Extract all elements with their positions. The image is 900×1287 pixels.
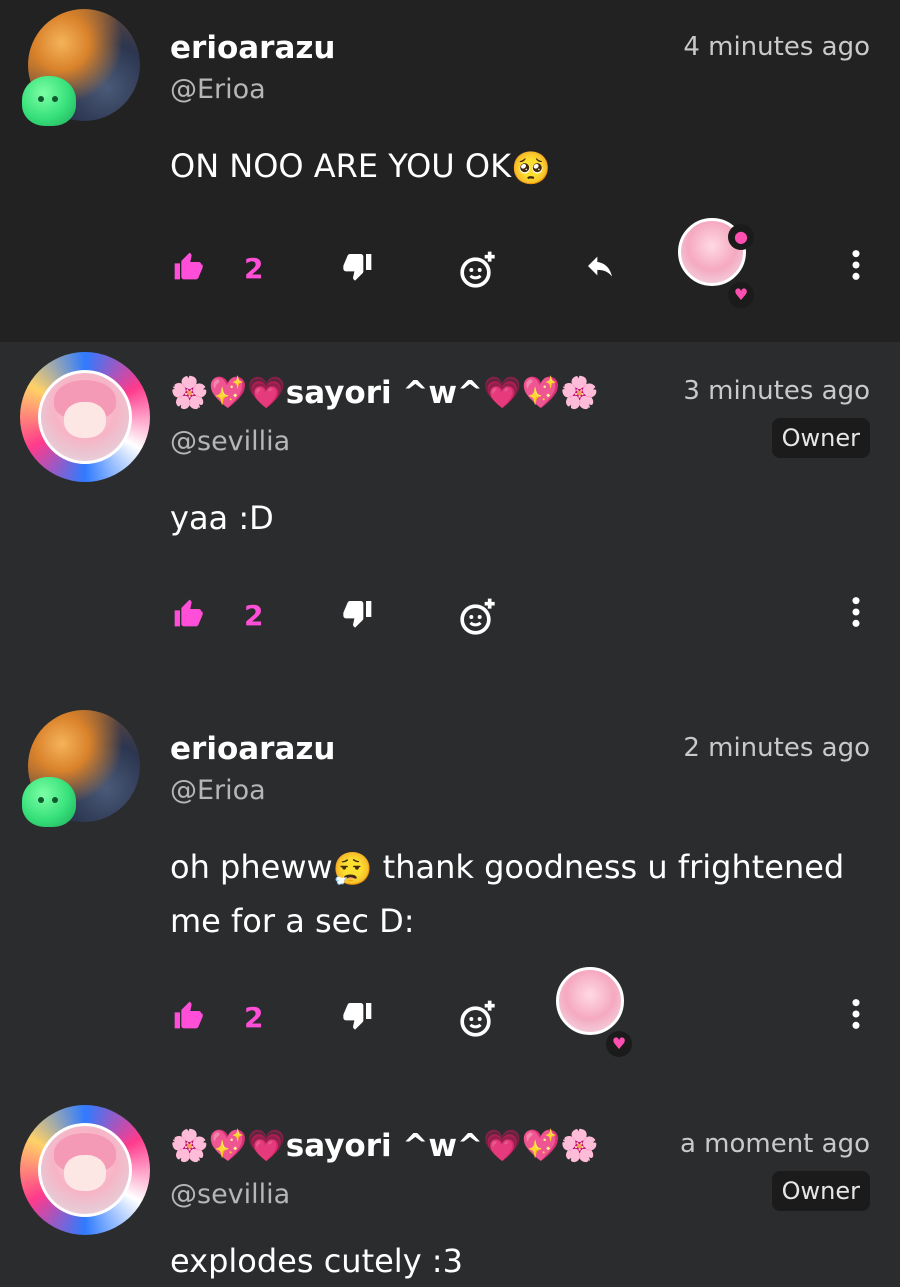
avatar-face (64, 402, 106, 438)
timestamp: 2 minutes ago (683, 733, 870, 763)
username[interactable]: erioarazu (170, 731, 335, 767)
user-handle: @Erioa (170, 74, 266, 105)
like-button[interactable] (172, 250, 204, 286)
thumbs-up-icon (174, 252, 203, 280)
comment-item: 🌸💖💗sayori ^w^💗💖🌸 @sevillia a moment ago … (0, 1075, 900, 1280)
heart-icon: ♥ (606, 1031, 632, 1057)
username[interactable]: 🌸💖💗sayori ^w^💗💖🌸 (170, 1127, 599, 1164)
comment-body: yaa :D (170, 499, 274, 537)
more-vertical-icon (852, 250, 860, 280)
pleading-face-emoji: 🥺 (511, 149, 551, 187)
comment-body: explodes cutely :3 (170, 1242, 463, 1280)
dislike-button[interactable] (342, 999, 374, 1035)
avatar-frame (20, 352, 150, 482)
reply-indicator-icon: ● (728, 224, 754, 250)
more-vertical-icon (852, 597, 860, 627)
thumbs-up-icon (174, 599, 203, 627)
like-button[interactable] (172, 999, 204, 1035)
comment-feed: erioarazu @Erioa 4 minutes ago ON NOO AR… (0, 0, 900, 1280)
username[interactable]: erioarazu (170, 30, 335, 66)
user-handle: @sevillia (170, 1179, 291, 1210)
avatar[interactable] (20, 352, 150, 482)
avatar-frame (20, 1105, 150, 1235)
thumbs-down-icon (343, 601, 372, 628)
timestamp: a moment ago (679, 1129, 870, 1159)
comment-text: ON NOO ARE YOU OK (170, 147, 512, 185)
comment-actions: 2 ♥ (0, 967, 900, 1057)
more-options-button[interactable] (850, 248, 862, 286)
add-reaction-button[interactable] (458, 999, 498, 1043)
more-options-button[interactable] (850, 997, 862, 1035)
user-handle: @Erioa (170, 775, 266, 806)
heart-icon: ♥ (728, 282, 754, 308)
add-reaction-button[interactable] (458, 597, 498, 641)
comment-body: ON NOO ARE YOU OK🥺 (170, 140, 870, 194)
like-count: 2 (244, 252, 264, 285)
more-options-button[interactable] (850, 595, 862, 633)
more-vertical-icon (852, 999, 860, 1029)
comment-actions: 2 ● ♥ (0, 218, 900, 308)
timestamp: 4 minutes ago (683, 32, 870, 62)
avatar[interactable] (22, 709, 146, 833)
timestamp: 3 minutes ago (683, 376, 870, 406)
thumbs-down-icon (343, 254, 372, 281)
comment-body: oh pheww😮‍💨 thank goodness u frightened … (170, 841, 870, 947)
user-handle: @sevillia (170, 426, 291, 457)
comment-actions: 2 (0, 587, 900, 647)
avatar[interactable] (22, 8, 146, 132)
like-button[interactable] (172, 597, 204, 633)
owner-badge: Owner (771, 418, 870, 458)
like-count: 2 (244, 1001, 264, 1034)
avatar[interactable] (20, 1105, 150, 1235)
comment-item: 🌸💖💗sayori ^w^💗💖🌸 @sevillia 3 minutes ago… (0, 342, 900, 687)
add-reaction-icon (460, 1000, 495, 1037)
reply-button[interactable] (582, 250, 618, 286)
reactor-avatar[interactable] (556, 967, 624, 1035)
exhale-face-emoji: 😮‍💨 (332, 850, 373, 888)
thumbs-up-icon (174, 1001, 203, 1029)
add-reaction-button[interactable] (458, 250, 498, 294)
comment-item: erioarazu @Erioa 2 minutes ago oh pheww😮… (0, 687, 900, 1075)
avatar-face (64, 1155, 106, 1191)
username[interactable]: 🌸💖💗sayori ^w^💗💖🌸 (170, 374, 599, 411)
dislike-button[interactable] (342, 597, 374, 633)
add-reaction-icon (460, 598, 495, 635)
slime-badge-icon (22, 76, 76, 126)
like-count: 2 (244, 599, 264, 632)
owner-badge: Owner (771, 1171, 870, 1211)
dislike-button[interactable] (342, 250, 374, 286)
slime-badge-icon (22, 777, 76, 827)
comment-item: erioarazu @Erioa 4 minutes ago ON NOO AR… (0, 0, 900, 342)
thumbs-down-icon (343, 1003, 372, 1030)
comment-text-part1: oh pheww (170, 848, 333, 886)
add-reaction-icon (460, 251, 495, 288)
reply-icon (588, 256, 612, 277)
